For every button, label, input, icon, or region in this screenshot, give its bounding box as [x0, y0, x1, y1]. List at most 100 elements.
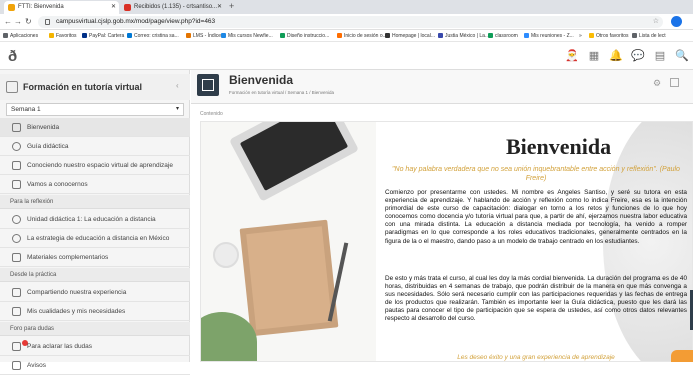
desk-photo: [201, 122, 376, 361]
intro-paragraph: Comienzo por presentarme con ustedes. Mi…: [385, 189, 687, 245]
nav-item-materiales[interactable]: Materiales complementarios: [0, 248, 190, 267]
reload-icon[interactable]: ↻: [25, 16, 32, 28]
folder-icon: [589, 33, 594, 38]
chevron-down-icon: ▾: [175, 106, 179, 112]
nav-item-unidad-1[interactable]: Unidad didáctica 1: La educación a dista…: [0, 210, 190, 229]
freire-quote: "No hay palabra verdadera que no sea uni…: [392, 166, 680, 182]
apps-grid-icon: [3, 33, 8, 38]
browser-tab-bienvenida[interactable]: FTTI: Bienvenida ✕: [4, 1, 119, 14]
close-tab-icon[interactable]: ✕: [217, 1, 222, 14]
breadcrumb[interactable]: Formación en tutoría virtual / Semana 1 …: [229, 90, 334, 95]
browser-tab-bar: FTTI: Bienvenida ✕ Recibidos (1.135) - c…: [0, 0, 693, 14]
classroom-icon: [488, 33, 493, 38]
bookmark-item[interactable]: classroom: [488, 30, 518, 42]
lms-icon: [186, 33, 191, 38]
nav-item-conocernos[interactable]: Vamos a conocernos: [0, 175, 190, 194]
resource-icon: [12, 142, 21, 151]
search-icon[interactable]: 🔍: [675, 49, 689, 63]
nav-item-cualidades[interactable]: Mis cualidades y mis necesidades: [0, 302, 190, 321]
welcome-heading: Bienvenida: [506, 134, 612, 159]
page-type-icon: [197, 74, 219, 96]
chat-bubble-button[interactable]: [671, 350, 693, 362]
courses-icon: [221, 33, 226, 38]
browser-tab-gmail[interactable]: Recibidos (1.135) - crtsantiso... ✕: [120, 1, 225, 14]
tab-title: FTTI: Bienvenida: [18, 4, 64, 10]
course-icon: [6, 81, 18, 93]
resource-icon: [12, 215, 21, 224]
laptop-image: [229, 122, 359, 202]
section-header[interactable]: Desde la práctica: [0, 268, 190, 282]
folder-icon: [12, 253, 21, 262]
paypal-icon: [82, 33, 87, 38]
week-select[interactable]: Semana 1 ▾: [6, 103, 184, 116]
profile-avatar-icon[interactable]: [671, 16, 682, 27]
closing-message: Les deseo éxito y una gran experiencia d…: [457, 354, 615, 361]
forward-arrow-icon[interactable]: →: [14, 16, 22, 28]
justia-icon: [438, 33, 443, 38]
address-bar-row: ← → ↻ campusvirtual.cjslp.gob.mx/mod/pag…: [0, 14, 693, 30]
course-title: Formación en tutoría virtual: [23, 82, 143, 92]
course-sidebar: Formación en tutoría virtual ‹ Semana 1 …: [0, 70, 190, 375]
chevron-left-icon[interactable]: ‹: [176, 81, 179, 90]
messages-icon[interactable]: 💬: [631, 49, 645, 63]
mail-icon: [127, 33, 132, 38]
gear-icon[interactable]: ⚙: [653, 78, 661, 89]
nav-item-espacio-virtual[interactable]: Conociendo nuestro espacio virtual de ap…: [0, 156, 190, 175]
bookmark-item[interactable]: Mis cursos Newfie...: [221, 30, 273, 42]
bookmark-item[interactable]: Favoritos: [49, 30, 77, 42]
more-bookmarks-button[interactable]: »: [579, 30, 582, 42]
nav-item-avisos[interactable]: Avisos: [0, 356, 190, 375]
bookmark-item[interactable]: Correo: cristina sa...: [127, 30, 179, 42]
new-tab-icon[interactable]: +: [229, 0, 234, 13]
site-header: ð 🎅 ▦ 🔔 💬 ▤ 🔍: [0, 42, 693, 70]
nav-item-dudas[interactable]: Para aclarar las dudas: [0, 337, 190, 356]
star-icon: [49, 33, 54, 38]
page-icon: [12, 123, 21, 132]
page-title: Bienvenida: [229, 73, 294, 87]
bookmark-item[interactable]: Diseño instruccio...: [280, 30, 329, 42]
forum-icon: [12, 361, 21, 370]
section-header[interactable]: Para la reflexión: [0, 195, 190, 209]
bookmark-item[interactable]: Inicio de sesión o...: [337, 30, 387, 42]
design-icon: [280, 33, 285, 38]
avatar-icon[interactable]: 🎅: [565, 49, 579, 63]
github-icon: [385, 33, 390, 38]
course-header[interactable]: Formación en tutoría virtual ‹: [0, 74, 190, 100]
bookmark-item[interactable]: Otros favoritos: [589, 30, 629, 42]
lock-icon: [45, 19, 50, 25]
nav-item-compartiendo[interactable]: Compartiendo nuestra experiencia: [0, 283, 190, 302]
tab-favicon-icon: [8, 4, 15, 11]
login-icon: [337, 33, 342, 38]
nav-item-estrategia[interactable]: La estrategia de educación a distancia e…: [0, 229, 190, 248]
url-text: campusvirtual.cjslp.gob.mx/mod/page/view…: [56, 18, 216, 25]
tab-title: Recibidos (1.135) - crtsantiso...: [134, 4, 218, 10]
bookmark-item[interactable]: PayPal: Cartera: [82, 30, 124, 42]
gmail-favicon-icon: [124, 4, 131, 11]
bookmark-item[interactable]: LMS - Índice: [186, 30, 221, 42]
bookmarks-bar: Aplicaciones Favoritos PayPal: Cartera C…: [0, 30, 693, 42]
forum-icon: [12, 288, 21, 297]
url-input[interactable]: campusvirtual.cjslp.gob.mx/mod/page/view…: [38, 16, 663, 28]
forum-icon: [12, 342, 21, 351]
close-tab-icon[interactable]: ✕: [111, 1, 116, 14]
bookmark-star-icon[interactable]: ☆: [653, 16, 659, 28]
coffee-cup-image: [213, 242, 239, 268]
site-logo[interactable]: ð: [8, 48, 17, 65]
nav-item-bienvenida[interactable]: Bienvenida: [0, 118, 190, 137]
nav-item-guia[interactable]: Guía didáctica: [0, 137, 190, 156]
section-header[interactable]: Foro para dudas: [0, 322, 190, 336]
bookmark-item[interactable]: Justia México | La...: [438, 30, 489, 42]
bookmark-item[interactable]: Mis reuniones - Z...: [524, 30, 574, 42]
back-arrow-icon[interactable]: ←: [4, 16, 12, 28]
content-label: Contenido: [200, 111, 223, 117]
zoom-icon: [524, 33, 529, 38]
fullscreen-icon[interactable]: [670, 78, 679, 87]
bookmark-item[interactable]: Homepage | local...: [385, 30, 435, 42]
calendar-icon[interactable]: ▤: [653, 49, 667, 63]
bookmark-item[interactable]: Lista de lect: [632, 30, 666, 42]
resource-icon: [12, 234, 21, 243]
apps-grid-icon[interactable]: ▦: [587, 49, 601, 63]
page-icon: [12, 161, 21, 170]
bookmark-item[interactable]: Aplicaciones: [3, 30, 38, 42]
notifications-bell-icon[interactable]: 🔔: [609, 49, 623, 63]
